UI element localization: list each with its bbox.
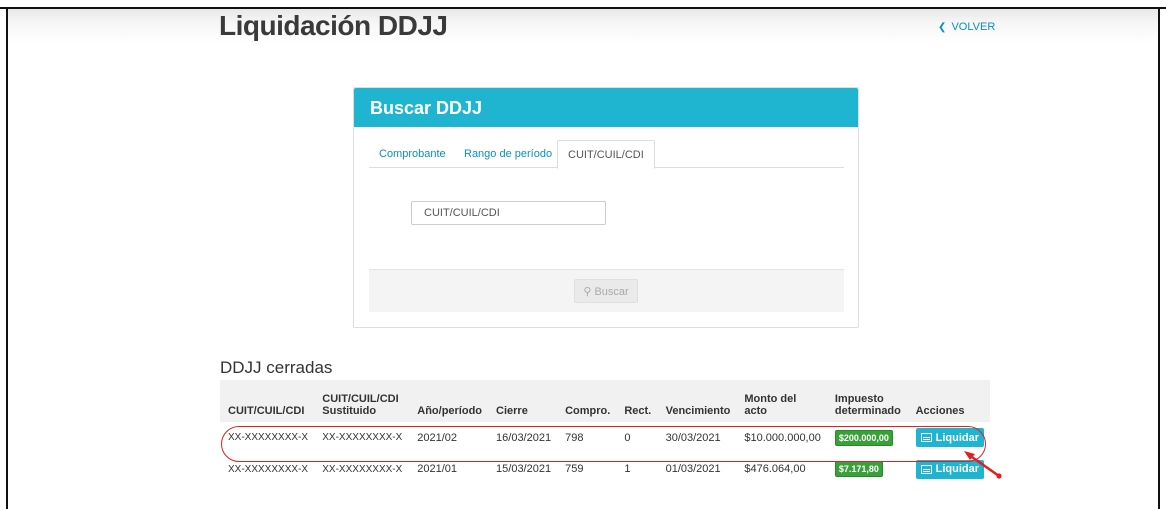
cell-acciones: Liquidar xyxy=(908,453,990,485)
col-periodo: Año/período xyxy=(417,405,483,417)
cell-acciones: Liquidar xyxy=(908,422,990,453)
cell-vencimiento: 30/03/2021 xyxy=(665,431,721,444)
table-row: XX-XXXXXXXX-X XX-XXXXXXXX-X 2021/01 15/0… xyxy=(220,453,990,485)
liquidar-label: Liquidar xyxy=(935,431,979,444)
search-icon: ⚲ xyxy=(583,285,592,298)
search-button-label: Buscar xyxy=(594,285,629,298)
screenshot-frame: Liquidación DDJJ ❮ VOLVER Buscar DDJJ Co… xyxy=(0,0,1166,509)
tab-rango-periodo[interactable]: Rango de período xyxy=(464,140,552,167)
cell-cuit: XX-XXXXXXXX-X xyxy=(228,432,309,443)
search-panel: Buscar DDJJ Comprobante Rango de período… xyxy=(353,87,859,328)
tab-comprobante[interactable]: Comprobante xyxy=(379,140,446,167)
closed-section-title: DDJJ cerradas xyxy=(220,358,333,377)
col-cuit: CUIT/CUIL/CDI xyxy=(228,405,305,417)
calculator-icon xyxy=(920,464,932,474)
col-vencimiento: Vencimiento xyxy=(665,405,731,417)
cell-cuit-sustituido: XX-XXXXXXXX-X xyxy=(322,463,403,475)
table-row: XX-XXXXXXXX-X XX-XXXXXXXX-X 2021/02 16/0… xyxy=(220,422,990,453)
back-link-label: VOLVER xyxy=(951,21,996,33)
table-header-row: CUIT/CUIL/CDI CUIT/CUIL/CDI Sustituido A… xyxy=(220,380,990,422)
cell-cierre: 16/03/2021 xyxy=(496,431,552,444)
back-link[interactable]: ❮ VOLVER xyxy=(938,21,995,33)
page-title: Liquidación DDJJ xyxy=(219,10,448,41)
liquidar-label: Liquidar xyxy=(935,463,979,475)
impuesto-badge: $7.171,80 xyxy=(834,461,883,477)
cell-periodo: 2021/02 xyxy=(417,431,458,444)
cell-impuesto: $200.000,00 xyxy=(827,422,908,453)
search-button[interactable]: ⚲ Buscar xyxy=(574,279,638,303)
search-tabs: Comprobante Rango de período CUIT/CUIL/C… xyxy=(369,140,844,169)
frame-right-border xyxy=(1158,8,1160,509)
cell-cuit-sustituido: XX-XXXXXXXX-X xyxy=(322,432,403,443)
cell-rect: 0 xyxy=(624,431,631,444)
cell-periodo: 2021/01 xyxy=(417,463,458,475)
chevron-left-icon: ❮ xyxy=(938,22,947,33)
cell-compro: 798 xyxy=(565,431,584,444)
col-impuesto: Impuesto determinado xyxy=(834,393,901,417)
frame-left-border xyxy=(6,8,8,509)
search-panel-title: Buscar DDJJ xyxy=(354,88,858,127)
liquidar-button[interactable]: Liquidar xyxy=(915,459,984,479)
cell-vencimiento: 01/03/2021 xyxy=(665,463,721,475)
cuit-input[interactable] xyxy=(411,201,606,225)
col-cierre: Cierre xyxy=(496,405,528,417)
cell-rect: 1 xyxy=(624,463,631,475)
cell-monto: $10.000.000,00 xyxy=(744,431,821,444)
cell-impuesto: $7.171,80 xyxy=(827,453,908,485)
liquidar-button[interactable]: Liquidar xyxy=(915,428,984,447)
cell-monto: $476.064,00 xyxy=(744,463,806,475)
impuesto-badge: $200.000,00 xyxy=(834,429,893,446)
tab-cuit[interactable]: CUIT/CUIL/CDI xyxy=(557,140,655,169)
closed-ddjj-table: CUIT/CUIL/CDI CUIT/CUIL/CDI Sustituido A… xyxy=(220,380,990,485)
search-panel-footer: ⚲ Buscar xyxy=(369,269,844,312)
calculator-icon xyxy=(920,433,932,442)
cell-cuit: XX-XXXXXXXX-X xyxy=(228,463,309,475)
cell-cierre: 15/03/2021 xyxy=(496,463,552,475)
cell-compro: 759 xyxy=(565,463,584,475)
col-acciones: Acciones xyxy=(915,405,965,417)
col-compro: Compro. xyxy=(565,405,611,417)
col-cuit-sustituido: CUIT/CUIL/CDI Sustituido xyxy=(322,393,399,417)
col-rect: Rect. xyxy=(624,405,652,417)
frame-top-border xyxy=(0,7,1166,9)
col-monto: Monto del acto xyxy=(744,393,797,417)
